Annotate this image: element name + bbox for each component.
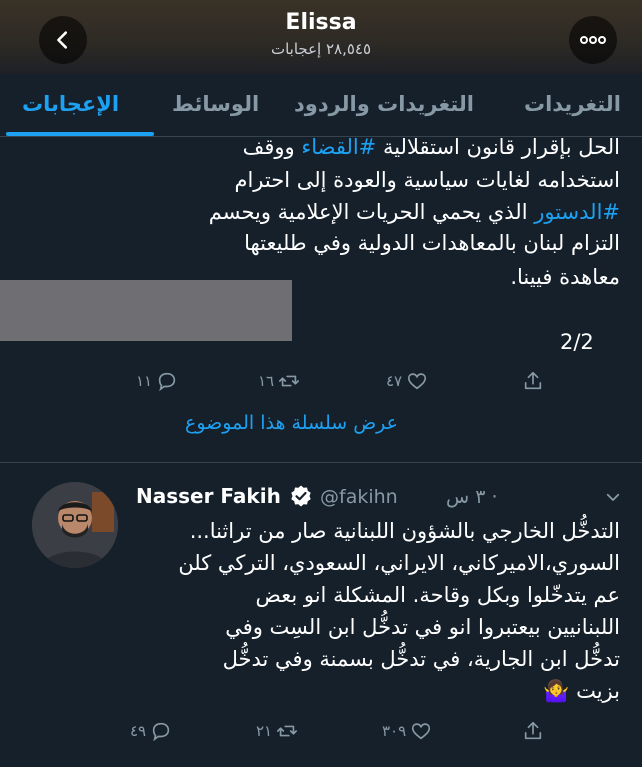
tweet-line: عم يتدخّلوا وبكل وقاحة. المشكلة انو بعض (255, 583, 620, 607)
reply-count: ١١ (136, 372, 153, 390)
active-tab-indicator (6, 132, 154, 136)
retweet-icon (277, 725, 298, 737)
like-count: ٣٠٩ (382, 722, 407, 740)
retweet-count: ١٦ (258, 372, 275, 390)
tweet-line: تدخُّل ابن الجارية، في تدخُّل بسمنة وفي … (222, 647, 620, 671)
tab-likes[interactable]: الإعجابات (22, 92, 119, 116)
tweet-timestamp: · ٣ س (446, 486, 498, 508)
tab-tweets-and-replies[interactable]: التغريدات والردود (294, 92, 474, 116)
like-button[interactable]: ٣٠٩ (382, 720, 432, 742)
reply-icon (152, 722, 170, 742)
reply-count: ٤٩ (130, 722, 147, 740)
redaction-block (0, 280, 292, 341)
verified-badge-icon (291, 485, 311, 507)
heart-icon (412, 723, 431, 740)
share-icon (524, 721, 542, 740)
tweet-line: السوري،الاميركاني، الايراني، السعودي، ال… (178, 551, 620, 575)
retweet-button[interactable]: ١٦ (258, 370, 300, 392)
profile-tabs: التغريدات التغريدات والردود الوسائط الإع… (0, 74, 642, 137)
share-button[interactable] (522, 720, 544, 742)
tweet-line: بزيت 🤷‍♀️ (543, 679, 620, 703)
avatar[interactable] (32, 482, 118, 568)
show-thread-link[interactable]: عرض سلسلة هذا الموضوع (128, 412, 398, 434)
tweet-divider (0, 462, 642, 463)
author-handle[interactable]: @fakihn (320, 486, 398, 508)
chevron-down-icon[interactable] (604, 488, 622, 506)
tweet-line: التزام لبنان بالمعاهدات الدولية وفي طليع… (244, 228, 620, 259)
tweet-line: استخدامه لغايات سياسية والعودة إلى احترا… (234, 165, 620, 196)
reply-button[interactable]: ٤٩ (130, 720, 172, 742)
hashtag-link[interactable]: #القضاء (301, 135, 376, 159)
tweet-line: التدخُّل الخارجي بالشؤون اللبنانية صار م… (189, 519, 620, 543)
like-button[interactable]: ٤٧ (386, 370, 428, 392)
tab-media[interactable]: الوسائط (172, 92, 259, 116)
heart-icon (408, 373, 427, 390)
tweet-text-segment: التزام لبنان بالمعاهدات الدولية وفي طليع… (244, 231, 620, 255)
tweet-text-segment: الذي يحمي الحريات الإعلامية ويحسم (208, 200, 535, 224)
hashtag-link[interactable]: #الدستور (534, 200, 620, 224)
profile-name: Elissa (285, 10, 357, 35)
tweet-line: اللبنانيين بيعتبروا انو في تدخُّل ابن ال… (225, 615, 620, 639)
reply-button[interactable]: ١١ (136, 370, 178, 392)
retweet-button[interactable]: ٢١ (256, 720, 298, 742)
like-count: ٤٧ (386, 372, 403, 390)
reply-icon (158, 372, 176, 392)
likes-count: ٢٨,٥٤٥ إعجابات (270, 40, 372, 58)
share-button[interactable] (522, 370, 544, 392)
tweet-text-segment: ووقف (242, 135, 302, 159)
tweet-line: #الدستور الذي يحمي الحريات الإعلامية ويح… (209, 197, 620, 228)
tab-tweets[interactable]: التغريدات (524, 92, 621, 116)
thread-counter: 2/2 (560, 330, 594, 354)
tweet-text-segment: الحل بإقرار قانون استقلالية (376, 135, 620, 159)
avatar-icon (32, 482, 118, 568)
tweet-line: الحل بإقرار قانون استقلالية #القضاء ووقف (243, 132, 620, 163)
retweet-count: ٢١ (256, 722, 273, 740)
tweet-text-segment: استخدامه لغايات سياسية والعودة إلى احترا… (234, 168, 620, 192)
more-horizontal-icon (580, 36, 606, 44)
tweet-line: معاهدة فيينا. (510, 262, 620, 293)
tweet-text-segment: معاهدة فيينا. (510, 265, 620, 289)
profile-header: Elissa ٢٨,٥٤٥ إعجابات (0, 0, 642, 74)
more-button[interactable] (569, 16, 617, 64)
author-name[interactable]: Nasser Fakih (136, 484, 281, 508)
retweet-icon (279, 375, 300, 387)
share-icon (524, 371, 542, 390)
